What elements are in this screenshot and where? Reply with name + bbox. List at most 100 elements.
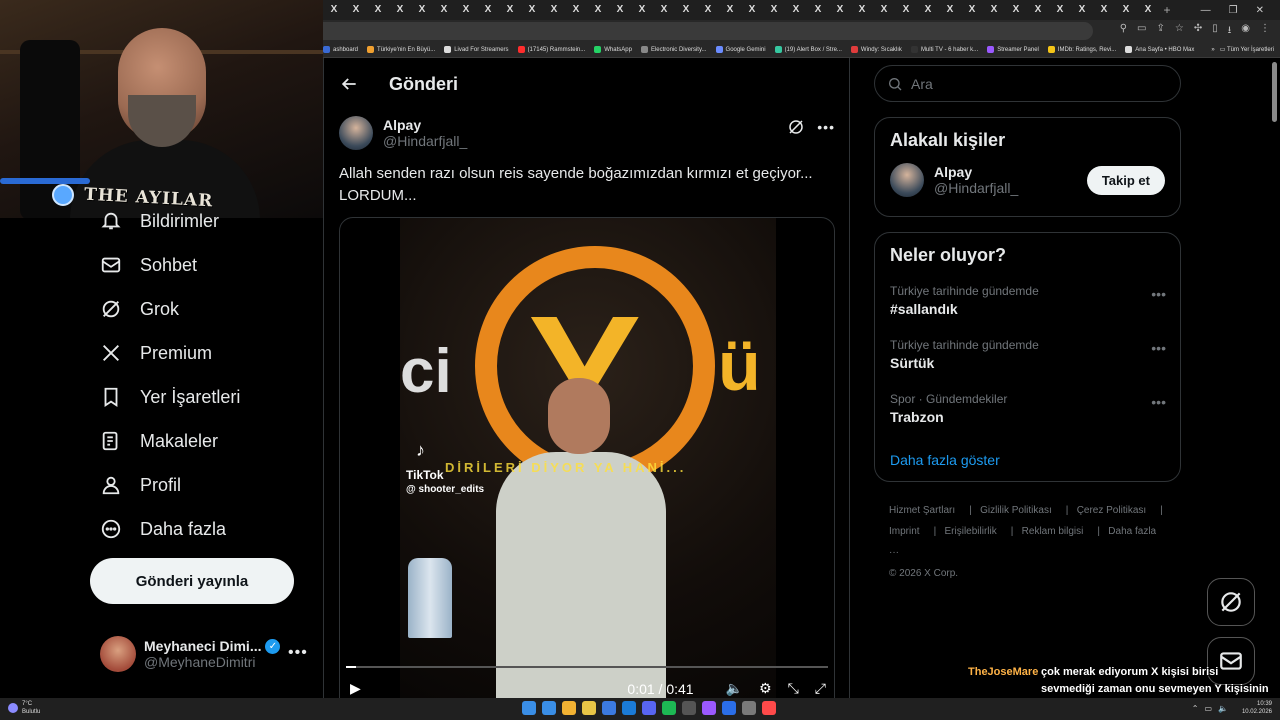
browser-tab[interactable]: X: [565, 0, 587, 20]
browser-tab[interactable]: X: [873, 0, 895, 20]
browser-tab[interactable]: X: [367, 0, 389, 20]
show-more-link[interactable]: Daha fazla göster: [875, 446, 1180, 482]
new-tab-button[interactable]: +: [1159, 3, 1175, 17]
browser-tab[interactable]: X: [961, 0, 983, 20]
browser-tab[interactable]: X: [499, 0, 521, 20]
browser-tab[interactable]: X: [983, 0, 1005, 20]
browser-tab[interactable]: X: [477, 0, 499, 20]
browser-tab[interactable]: X: [719, 0, 741, 20]
back-arrow-icon[interactable]: [339, 74, 359, 94]
bookmark-item[interactable]: Türkiye'nin En Büyü...: [367, 46, 435, 53]
taskbar-app-icon[interactable]: [602, 701, 616, 715]
related-person[interactable]: Alpay @Hindarfjall_ Takip et: [875, 163, 1180, 209]
trend-item[interactable]: Türkiye tarihinde gündemde Sürtük •••: [875, 338, 1180, 392]
bookmark-item[interactable]: (19) Alert Box / Stre...: [774, 46, 842, 53]
bookmark-item[interactable]: ashboard: [323, 46, 358, 53]
profile-icon[interactable]: ◉: [1241, 23, 1250, 40]
browser-tab[interactable]: X: [389, 0, 411, 20]
browser-tab[interactable]: X: [829, 0, 851, 20]
browser-tab[interactable]: X: [1027, 0, 1049, 20]
browser-tab[interactable]: X: [587, 0, 609, 20]
browser-tab[interactable]: X: [741, 0, 763, 20]
bookmarks-more-icon[interactable]: »: [1211, 47, 1214, 53]
nav-item-bookmarks[interactable]: Yer İşaretleri: [100, 386, 240, 408]
footer-link[interactable]: Imprint: [889, 526, 920, 537]
trend-item[interactable]: Spor · Gündemdekiler Trabzon •••: [875, 392, 1180, 446]
browser-tab[interactable]: X: [411, 0, 433, 20]
all-bookmarks[interactable]: » ▭ Tüm Yer İşaretleri: [1211, 46, 1280, 53]
browser-tab[interactable]: X: [917, 0, 939, 20]
weather-widget[interactable]: 7°C Bulutlu: [8, 700, 40, 716]
search-input[interactable]: [911, 75, 1151, 92]
post-button[interactable]: Gönderi yayınla: [90, 558, 294, 604]
follow-button[interactable]: Takip et: [1086, 165, 1165, 195]
related-name[interactable]: Alpay: [934, 164, 1018, 180]
post-more-icon[interactable]: •••: [817, 119, 835, 135]
bookmark-item[interactable]: WhatsApp: [594, 46, 632, 53]
nav-item-grok[interactable]: Grok: [100, 298, 179, 320]
fullscreen-icon[interactable]: ⤢: [815, 680, 826, 697]
volume-icon[interactable]: 🔈: [726, 680, 743, 697]
nav-item-chat[interactable]: Sohbet: [100, 254, 197, 276]
author-name[interactable]: Alpay: [383, 117, 467, 133]
browser-tab[interactable]: X: [653, 0, 675, 20]
browser-tab[interactable]: X: [697, 0, 719, 20]
search-box[interactable]: [874, 65, 1181, 102]
clock[interactable]: 10:39 10.02.2026: [1242, 700, 1272, 716]
page-scrollbar[interactable]: [1272, 62, 1277, 122]
grok-icon[interactable]: [787, 118, 805, 136]
taskbar-app-icon[interactable]: [622, 701, 636, 715]
browser-tab[interactable]: X: [1049, 0, 1071, 20]
minimize-video-icon[interactable]: ⤡: [788, 680, 799, 697]
browser-tab[interactable]: X: [1005, 0, 1027, 20]
nav-item-articles[interactable]: Makaleler: [100, 430, 218, 452]
nav-item-notifications[interactable]: Bildirimler: [100, 210, 219, 232]
play-icon[interactable]: ▶: [350, 680, 361, 697]
browser-tab[interactable]: X: [851, 0, 873, 20]
browser-tab[interactable]: X: [323, 0, 345, 20]
bookmark-item[interactable]: Livad For Streamers: [444, 46, 509, 53]
browser-tab[interactable]: X: [939, 0, 961, 20]
close-window-icon[interactable]: ✕: [1256, 5, 1264, 16]
browser-tab[interactable]: X: [631, 0, 653, 20]
trend-more-icon[interactable]: •••: [1151, 286, 1166, 302]
account-more-icon[interactable]: •••: [288, 644, 308, 662]
nav-item-profile[interactable]: Profil: [100, 474, 181, 496]
taskbar-app-icon[interactable]: [742, 701, 756, 715]
footer-link[interactable]: Gizlilik Politikası: [980, 505, 1052, 516]
bookmark-item[interactable]: Ana Sayfa • HBO Max: [1125, 46, 1194, 53]
browser-tab[interactable]: X: [763, 0, 785, 20]
footer-link[interactable]: Hizmet Şartları: [889, 505, 955, 516]
tray-chevron-icon[interactable]: ⌃: [1192, 704, 1199, 713]
related-avatar[interactable]: [890, 163, 924, 197]
video-player[interactable]: ci Y ü ♪ DİRİLERİ DİYOR YA HANİ... TikTo…: [339, 217, 835, 698]
taskbar-app-icon[interactable]: [762, 701, 776, 715]
taskbar-app-icon[interactable]: [722, 701, 736, 715]
share-icon[interactable]: ⇪: [1157, 23, 1165, 40]
zoom-icon[interactable]: ⚲: [1120, 23, 1127, 40]
browser-tab[interactable]: X: [785, 0, 807, 20]
video-progress[interactable]: [346, 666, 828, 668]
browser-tab[interactable]: X: [1071, 0, 1093, 20]
taskbar-app-icon[interactable]: [542, 701, 556, 715]
url-field[interactable]: [323, 22, 1093, 40]
taskbar-app-icon[interactable]: [642, 701, 656, 715]
taskbar-app-icon[interactable]: [662, 701, 676, 715]
post-author[interactable]: Alpay @Hindarfjall_: [339, 116, 467, 150]
browser-tab[interactable]: X: [1115, 0, 1137, 20]
download-icon[interactable]: ⭳: [1228, 23, 1232, 40]
taskbar-app-icon[interactable]: [582, 701, 596, 715]
browser-tab[interactable]: X: [543, 0, 565, 20]
bookmark-item[interactable]: IMDb: Ratings, Revi...: [1047, 46, 1116, 53]
taskbar-app-icon[interactable]: [702, 701, 716, 715]
browser-tab[interactable]: X: [1137, 0, 1159, 20]
browser-tab[interactable]: X: [609, 0, 631, 20]
browser-tab[interactable]: X: [433, 0, 455, 20]
sidebar-icon[interactable]: ▯: [1212, 23, 1218, 40]
account-switcher[interactable]: Meyhaneci Dimi... ✓ @MeyhaneDimitri •••: [100, 636, 307, 672]
browser-tab[interactable]: X: [675, 0, 697, 20]
browser-tab[interactable]: X: [895, 0, 917, 20]
trend-item[interactable]: Türkiye tarihinde gündemde #sallandık ••…: [875, 284, 1180, 338]
nav-item-premium[interactable]: Premium: [100, 342, 212, 364]
bookmark-item[interactable]: (17145) Rammstein...: [517, 46, 585, 53]
